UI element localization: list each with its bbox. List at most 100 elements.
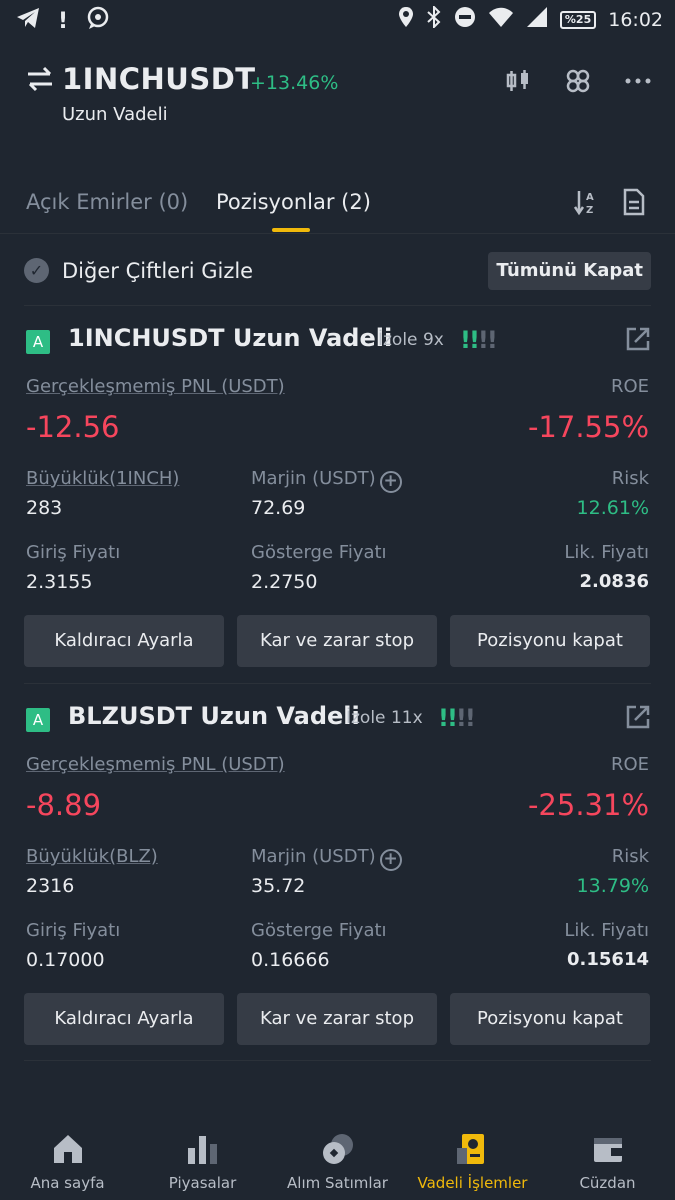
mark-price-label: Gösterge Fiyatı [251, 542, 387, 563]
filter-row: ✓ Diğer Çiftleri Gizle Tümünü Kapat [24, 252, 651, 292]
active-tab-indicator [272, 228, 310, 232]
svg-text:A: A [586, 192, 594, 203]
tp-sl-button[interactable]: Kar ve zarar stop [237, 615, 437, 667]
adjust-leverage-button[interactable]: Kaldıracı Ayarla [24, 615, 224, 667]
svg-text:Z: Z [586, 205, 593, 216]
margin-mode: İzole 9x [378, 330, 444, 350]
entry-price-value: 2.3155 [26, 571, 93, 593]
roe-value: -25.31% [527, 788, 649, 822]
size-label[interactable]: Büyüklük(BLZ) [26, 846, 158, 867]
share-icon[interactable] [625, 704, 651, 730]
tp-sl-button[interactable]: Kar ve zarar stop [237, 993, 437, 1045]
signal-icon [526, 6, 548, 33]
long-badge: A [26, 708, 50, 732]
leverage: 11x [390, 708, 423, 728]
roe-label: ROE [610, 376, 649, 397]
margin-label: Marjin (USDT) + [251, 846, 402, 871]
entry-price-label: Giriş Fiyatı [26, 542, 121, 563]
entry-price-label: Giriş Fiyatı [26, 920, 121, 941]
pnl-value: -12.56 [26, 410, 120, 444]
size-label[interactable]: Büyüklük(1INCH) [26, 468, 179, 489]
position-title: 1INCHUSDT Uzun Vadeli [68, 324, 393, 352]
sort-icon[interactable]: AZ [573, 188, 599, 216]
wifi-icon [488, 6, 514, 33]
checkbox-check-icon[interactable]: ✓ [24, 258, 49, 283]
liq-price-value: 2.0836 [579, 571, 649, 592]
home-icon [51, 1132, 85, 1166]
nav-markets[interactable]: Piyasalar [135, 1120, 270, 1192]
adjust-leverage-button[interactable]: Kaldıracı Ayarla [24, 993, 224, 1045]
roe-value: -17.55% [527, 410, 649, 444]
entry-price-value: 0.17000 [26, 949, 105, 971]
nav-label: Cüzdan [579, 1174, 636, 1192]
futures-icon [456, 1132, 490, 1166]
hide-other-pairs-label[interactable]: Diğer Çiftleri Gizle [62, 259, 253, 283]
position-card: A 1INCHUSDT Uzun Vadeli İzole 9x !!!! Ge… [0, 324, 675, 690]
contract-type: Uzun Vadeli [62, 104, 168, 125]
liq-price-label: Lik. Fiyatı [564, 542, 649, 563]
add-margin-icon[interactable]: + [379, 849, 402, 871]
clock: 16:02 [608, 8, 663, 31]
size-value: 2316 [26, 875, 75, 897]
tab-positions[interactable]: Pozisyonlar (2) [216, 190, 371, 214]
nav-label: Alım Satımlar [287, 1174, 388, 1192]
battery-icon: %25 [559, 10, 597, 29]
mark-price-value: 2.2750 [251, 571, 318, 593]
position-title: BLZUSDT Uzun Vadeli [68, 702, 360, 730]
status-bar: ! %25 16:02 [0, 0, 675, 40]
nav-label: Vadeli İşlemler [417, 1174, 528, 1192]
nav-futures[interactable]: Vadeli İşlemler [405, 1120, 540, 1192]
position-card: A BLZUSDT Uzun Vadeli İzole 11x !!!! Ger… [0, 702, 675, 1068]
dnd-icon [454, 6, 476, 33]
adl-indicator-icon: !!!! [460, 326, 498, 354]
share-icon[interactable] [625, 326, 651, 352]
margin-mode-label: İzole [346, 708, 386, 728]
risk-label: Risk [611, 846, 649, 867]
nav-label: Ana sayfa [30, 1174, 105, 1192]
adl-indicator-icon: !!!! [438, 704, 476, 732]
price-change: +13.46% [250, 72, 339, 94]
nav-trade[interactable]: Alım Satımlar [270, 1120, 405, 1192]
link-icon[interactable] [565, 68, 591, 94]
nav-home[interactable]: Ana sayfa [0, 1120, 135, 1192]
margin-label: Marjin (USDT) + [251, 468, 402, 493]
telegram-icon [16, 7, 40, 37]
roe-label: ROE [610, 754, 649, 775]
nav-wallet[interactable]: Cüzdan [540, 1120, 675, 1192]
risk-value: 13.79% [576, 875, 649, 897]
tab-open-orders[interactable]: Açık Emirler (0) [26, 190, 188, 214]
close-all-button[interactable]: Tümünü Kapat [488, 252, 651, 290]
risk-value: 12.61% [576, 497, 649, 519]
pnl-value: -8.89 [26, 788, 102, 822]
close-position-button[interactable]: Pozisyonu kapat [450, 993, 650, 1045]
header: 1INCHUSDT +13.46% Uzun Vadeli [0, 60, 675, 140]
mark-price-value: 0.16666 [251, 949, 330, 971]
markets-icon [186, 1132, 220, 1166]
margin-mode: İzole 11x [346, 708, 423, 728]
document-icon[interactable] [621, 188, 647, 216]
swap-icon[interactable] [26, 66, 54, 99]
risk-label: Risk [611, 468, 649, 489]
liq-price-label: Lik. Fiyatı [564, 920, 649, 941]
symbol-title[interactable]: 1INCHUSDT [62, 62, 256, 96]
margin-value: 35.72 [251, 875, 306, 897]
more-icon[interactable] [625, 68, 651, 94]
trade-icon [321, 1132, 355, 1166]
divider [24, 683, 651, 684]
pnl-label[interactable]: Gerçekleşmemiş PNL (USDT) [26, 376, 285, 397]
add-margin-icon[interactable]: + [379, 471, 402, 493]
bottom-nav: Ana sayfa Piyasalar Alım Satımlar Vadeli… [0, 1120, 675, 1200]
nav-label: Piyasalar [168, 1174, 237, 1192]
bluetooth-icon [426, 4, 442, 33]
chat-icon [86, 6, 110, 38]
wallet-icon [591, 1132, 625, 1166]
long-badge: A [26, 330, 50, 354]
margin-value: 72.69 [251, 497, 306, 519]
pnl-label[interactable]: Gerçekleşmemiş PNL (USDT) [26, 754, 285, 775]
divider [24, 1060, 651, 1061]
candlestick-icon[interactable] [505, 68, 531, 94]
tab-bar: Açık Emirler (0) Pozisyonlar (2) AZ [0, 182, 675, 234]
close-position-button[interactable]: Pozisyonu kapat [450, 615, 650, 667]
mark-price-label: Gösterge Fiyatı [251, 920, 387, 941]
leverage: 9x [422, 330, 444, 350]
